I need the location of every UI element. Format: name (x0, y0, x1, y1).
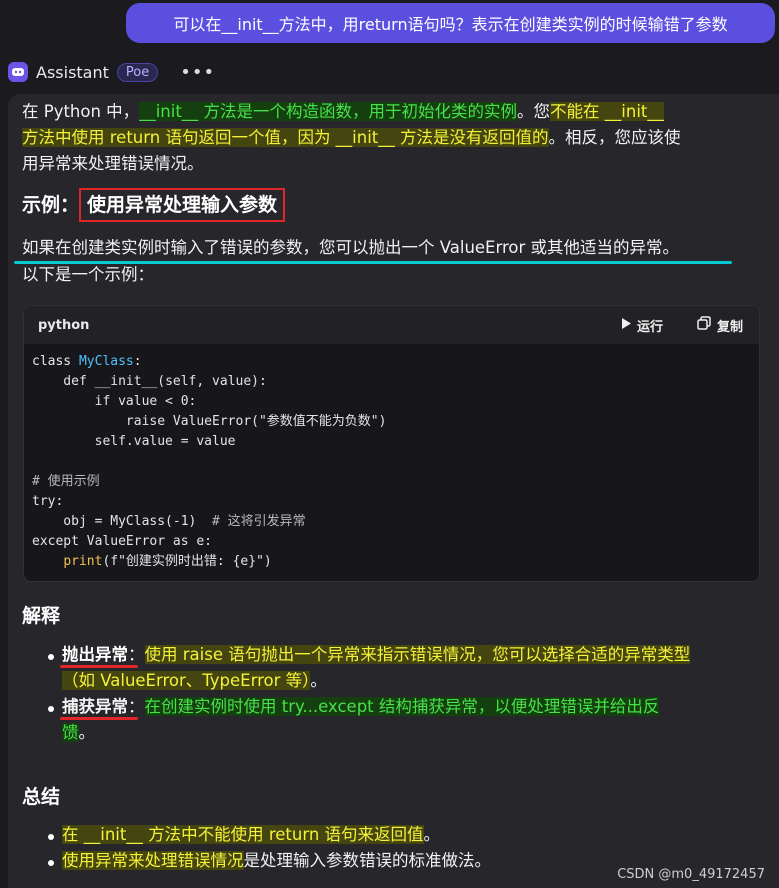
code-line: self.value = value (32, 434, 236, 449)
bullet (48, 860, 54, 866)
assistant-header: Assistant Poe ••• (8, 58, 215, 86)
run-label: 运行 (636, 319, 663, 335)
code-language: python (38, 317, 90, 333)
bullet (48, 834, 54, 840)
code-line: except ValueError as e: (32, 534, 213, 549)
code-line: obj = MyClass(-1) # 这将引发异常 (32, 514, 306, 529)
bot-avatar-icon (8, 62, 28, 82)
highlight-no-return: 方法中使用 return 语句返回一个值，因为 __init__ 方法是没有返回… (22, 128, 549, 147)
highlight-init-constructor: __init__ 方法是一个构造函数，用于初始化类的实例 (139, 102, 518, 121)
explain-item-1-line-2: （如 ValueError、TypeError 等）。 (62, 671, 327, 690)
code-line: raise ValueError("参数值不能为负数") (32, 414, 387, 429)
intro-line-3: 用异常来处理错误情况。 (22, 154, 204, 173)
code-line: try: (32, 494, 64, 509)
code-line: print(f"创建实例时出错: {e}") (63, 554, 272, 569)
explain-item-2-line-1: 捕获异常：在创建实例时使用 try...except 结构捕获异常，以便处理错误… (62, 697, 660, 716)
poe-badge: Poe (116, 62, 159, 82)
intro-line-2: 方法中使用 return 语句返回一个值，因为 __init__ 方法是没有返回… (22, 128, 681, 147)
copy-button[interactable]: 复制 (697, 316, 743, 335)
code-body: class MyClass: def __init__(self, value)… (24, 344, 759, 572)
summary-item-2: 使用异常来处理错误情况是处理输入参数错误的标准做法。 (62, 851, 491, 870)
code-line: class MyClass: (32, 354, 142, 369)
intro-line-1: 在 Python 中，__init__ 方法是一个构造函数，用于初始化类的实例。… (22, 102, 664, 121)
summary-item-1: 在 __init__ 方法中不能使用 return 语句来返回值。 (62, 825, 441, 844)
copy-icon (697, 316, 711, 334)
user-message-text: 可以在__init__方法中，用return语句吗？表示在创建类实例的时候输错了… (173, 15, 728, 34)
more-options-icon[interactable]: ••• (180, 62, 215, 83)
assistant-message: 在 Python 中，__init__ 方法是一个构造函数，用于初始化类的实例。… (8, 94, 779, 888)
run-button[interactable]: 运行 (621, 316, 663, 335)
highlight-cannot: 不能在 __init__ (550, 102, 664, 121)
user-message-bubble: 可以在__init__方法中，用return语句吗？表示在创建类实例的时候输错了… (126, 3, 775, 43)
copy-label: 复制 (716, 319, 743, 335)
play-icon (621, 317, 631, 333)
code-line: def __init__(self, value): (32, 374, 267, 389)
explain-item-1-label: 抛出异常 (62, 645, 128, 664)
assistant-name[interactable]: Assistant (36, 63, 109, 82)
bullet (48, 706, 54, 712)
explain-heading: 解释 (22, 605, 61, 627)
summary-heading: 总结 (22, 786, 61, 808)
code-line: if value < 0: (32, 394, 197, 409)
example-line-1: 如果在创建类实例时输入了错误的参数，您可以抛出一个 ValueError 或其他… (22, 238, 680, 257)
example-heading: 示例： 使用异常处理输入参数 (22, 188, 286, 222)
explain-item-2-label: 捕获异常 (62, 697, 128, 716)
code-block: python 运行 复制 class MyClass: def __init__… (23, 305, 760, 582)
bullet (48, 654, 54, 660)
code-line: # 使用示例 (32, 474, 100, 489)
example-heading-boxed: 使用异常处理输入参数 (79, 188, 286, 222)
explain-item-1-line-1: 抛出异常：使用 raise 语句抛出一个异常来指示错误情况，您可以选择合适的异常… (62, 645, 691, 664)
csdn-watermark: CSDN @m0_49172457 (617, 867, 765, 882)
explain-item-2-line-2: 馈。 (62, 723, 95, 742)
example-line-2: 以下是一个示例： (22, 265, 154, 284)
code-block-header: python 运行 复制 (24, 306, 759, 344)
